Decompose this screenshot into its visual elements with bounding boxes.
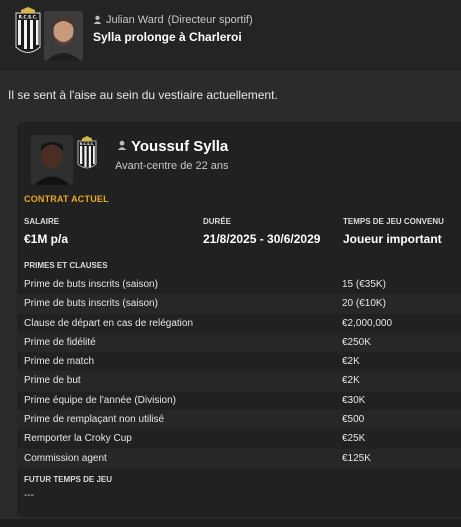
current-contract-title: CONTRAT ACTUEL: [24, 194, 109, 204]
duration-label: DURÉE: [203, 217, 232, 226]
clause-value: €2K: [342, 356, 360, 368]
clause-value: €250K: [342, 336, 371, 348]
clause-row: Clause de départ en cas de relégation €2…: [17, 314, 461, 333]
clause-value: 15 (€35K): [342, 279, 386, 290]
clause-value: €2,000,000: [342, 317, 393, 329]
clause-row: Prime de but €2K: [17, 371, 461, 391]
contract-card: R.C.S.C. Youssuf Sylla Avant-centre de 2…: [17, 122, 461, 517]
club-crest-icon[interactable]: R.C.S.C.: [13, 7, 43, 58]
bonuses-clauses-title: PRIMES ET CLAUSES: [24, 261, 108, 270]
clause-value: €25K: [342, 433, 366, 445]
clause-value: €2K: [342, 375, 360, 387]
clause-name: Prime de remplaçant non utilisé: [24, 414, 165, 426]
clause-name: Prime de match: [24, 356, 95, 368]
clause-row: Prime de buts inscrits (saison) 15 (€35K…: [17, 275, 461, 294]
clause-name: Prime de fidélité: [24, 336, 96, 348]
duration-value: 21/8/2025 - 30/6/2029: [203, 232, 321, 246]
clause-name: Remporter la Croky Cup: [24, 433, 132, 445]
future-playtime-value: ---: [24, 490, 34, 501]
player-name[interactable]: Youssuf Sylla: [131, 138, 228, 155]
sender-avatar[interactable]: [44, 11, 83, 61]
player-avatar[interactable]: [31, 135, 73, 185]
clause-name: Prime de buts inscrits (saison): [24, 279, 158, 290]
person-icon: [117, 140, 127, 150]
message-header: R.C.S.C. Julian Ward (Directeur sportif) …: [0, 0, 461, 70]
clause-value: €30K: [342, 394, 366, 406]
clause-value: €125K: [342, 452, 371, 464]
clause-name: Prime de but: [24, 375, 81, 387]
clause-row: Prime de remplaçant non utilisé €500: [17, 410, 461, 430]
sender-role: (Directeur sportif): [167, 14, 253, 26]
clause-row: Prime de fidélité €250K: [17, 332, 461, 353]
clause-row: Commission agent €125K: [17, 448, 461, 468]
clause-row: Prime de buts inscrits (saison) 20 (€10K…: [17, 294, 461, 314]
player-description: Avant-centre de 22 ans: [115, 160, 229, 172]
clause-row: Prime de match €2K: [17, 352, 461, 371]
future-playtime-title: FUTUR TEMPS DE JEU: [24, 475, 113, 484]
bottom-bar: [0, 519, 461, 527]
player-name-row: Youssuf Sylla: [117, 138, 228, 156]
playtime-label: TEMPS DE JEU CONVENU: [343, 217, 444, 226]
salary-label: SALAIRE: [24, 217, 60, 226]
playtime-value: Joueur important: [343, 232, 442, 246]
clause-value: 20 (€10K): [342, 298, 386, 310]
club-crest-text: R.C.S.C.: [19, 15, 38, 20]
player-club-crest-icon[interactable]: R.C.S.C.: [76, 136, 98, 172]
person-icon: [93, 15, 102, 24]
message-subject: Sylla prolonge à Charleroi: [93, 30, 242, 44]
sender-line: Julian Ward (Directeur sportif): [93, 14, 253, 26]
clause-value: €500: [342, 414, 365, 426]
clause-name: Commission agent: [24, 452, 107, 464]
salary-value: €1M p/a: [24, 232, 69, 246]
clause-name: Clause de départ en cas de relégation: [24, 317, 194, 329]
player-crest-text: R.C.S.C.: [80, 142, 94, 146]
clause-name: Prime équipe de l'année (Division): [24, 394, 176, 406]
clauses-list: Prime de buts inscrits (saison) 15 (€35K…: [17, 275, 461, 468]
clause-row: Prime équipe de l'année (Division) €30K: [17, 391, 461, 410]
sender-name[interactable]: Julian Ward: [106, 14, 164, 26]
clause-row: Remporter la Croky Cup €25K: [17, 429, 461, 448]
clause-name: Prime de buts inscrits (saison): [24, 298, 158, 310]
message-body: Il se sent à l'aise au sein du vestiaire…: [8, 88, 278, 102]
